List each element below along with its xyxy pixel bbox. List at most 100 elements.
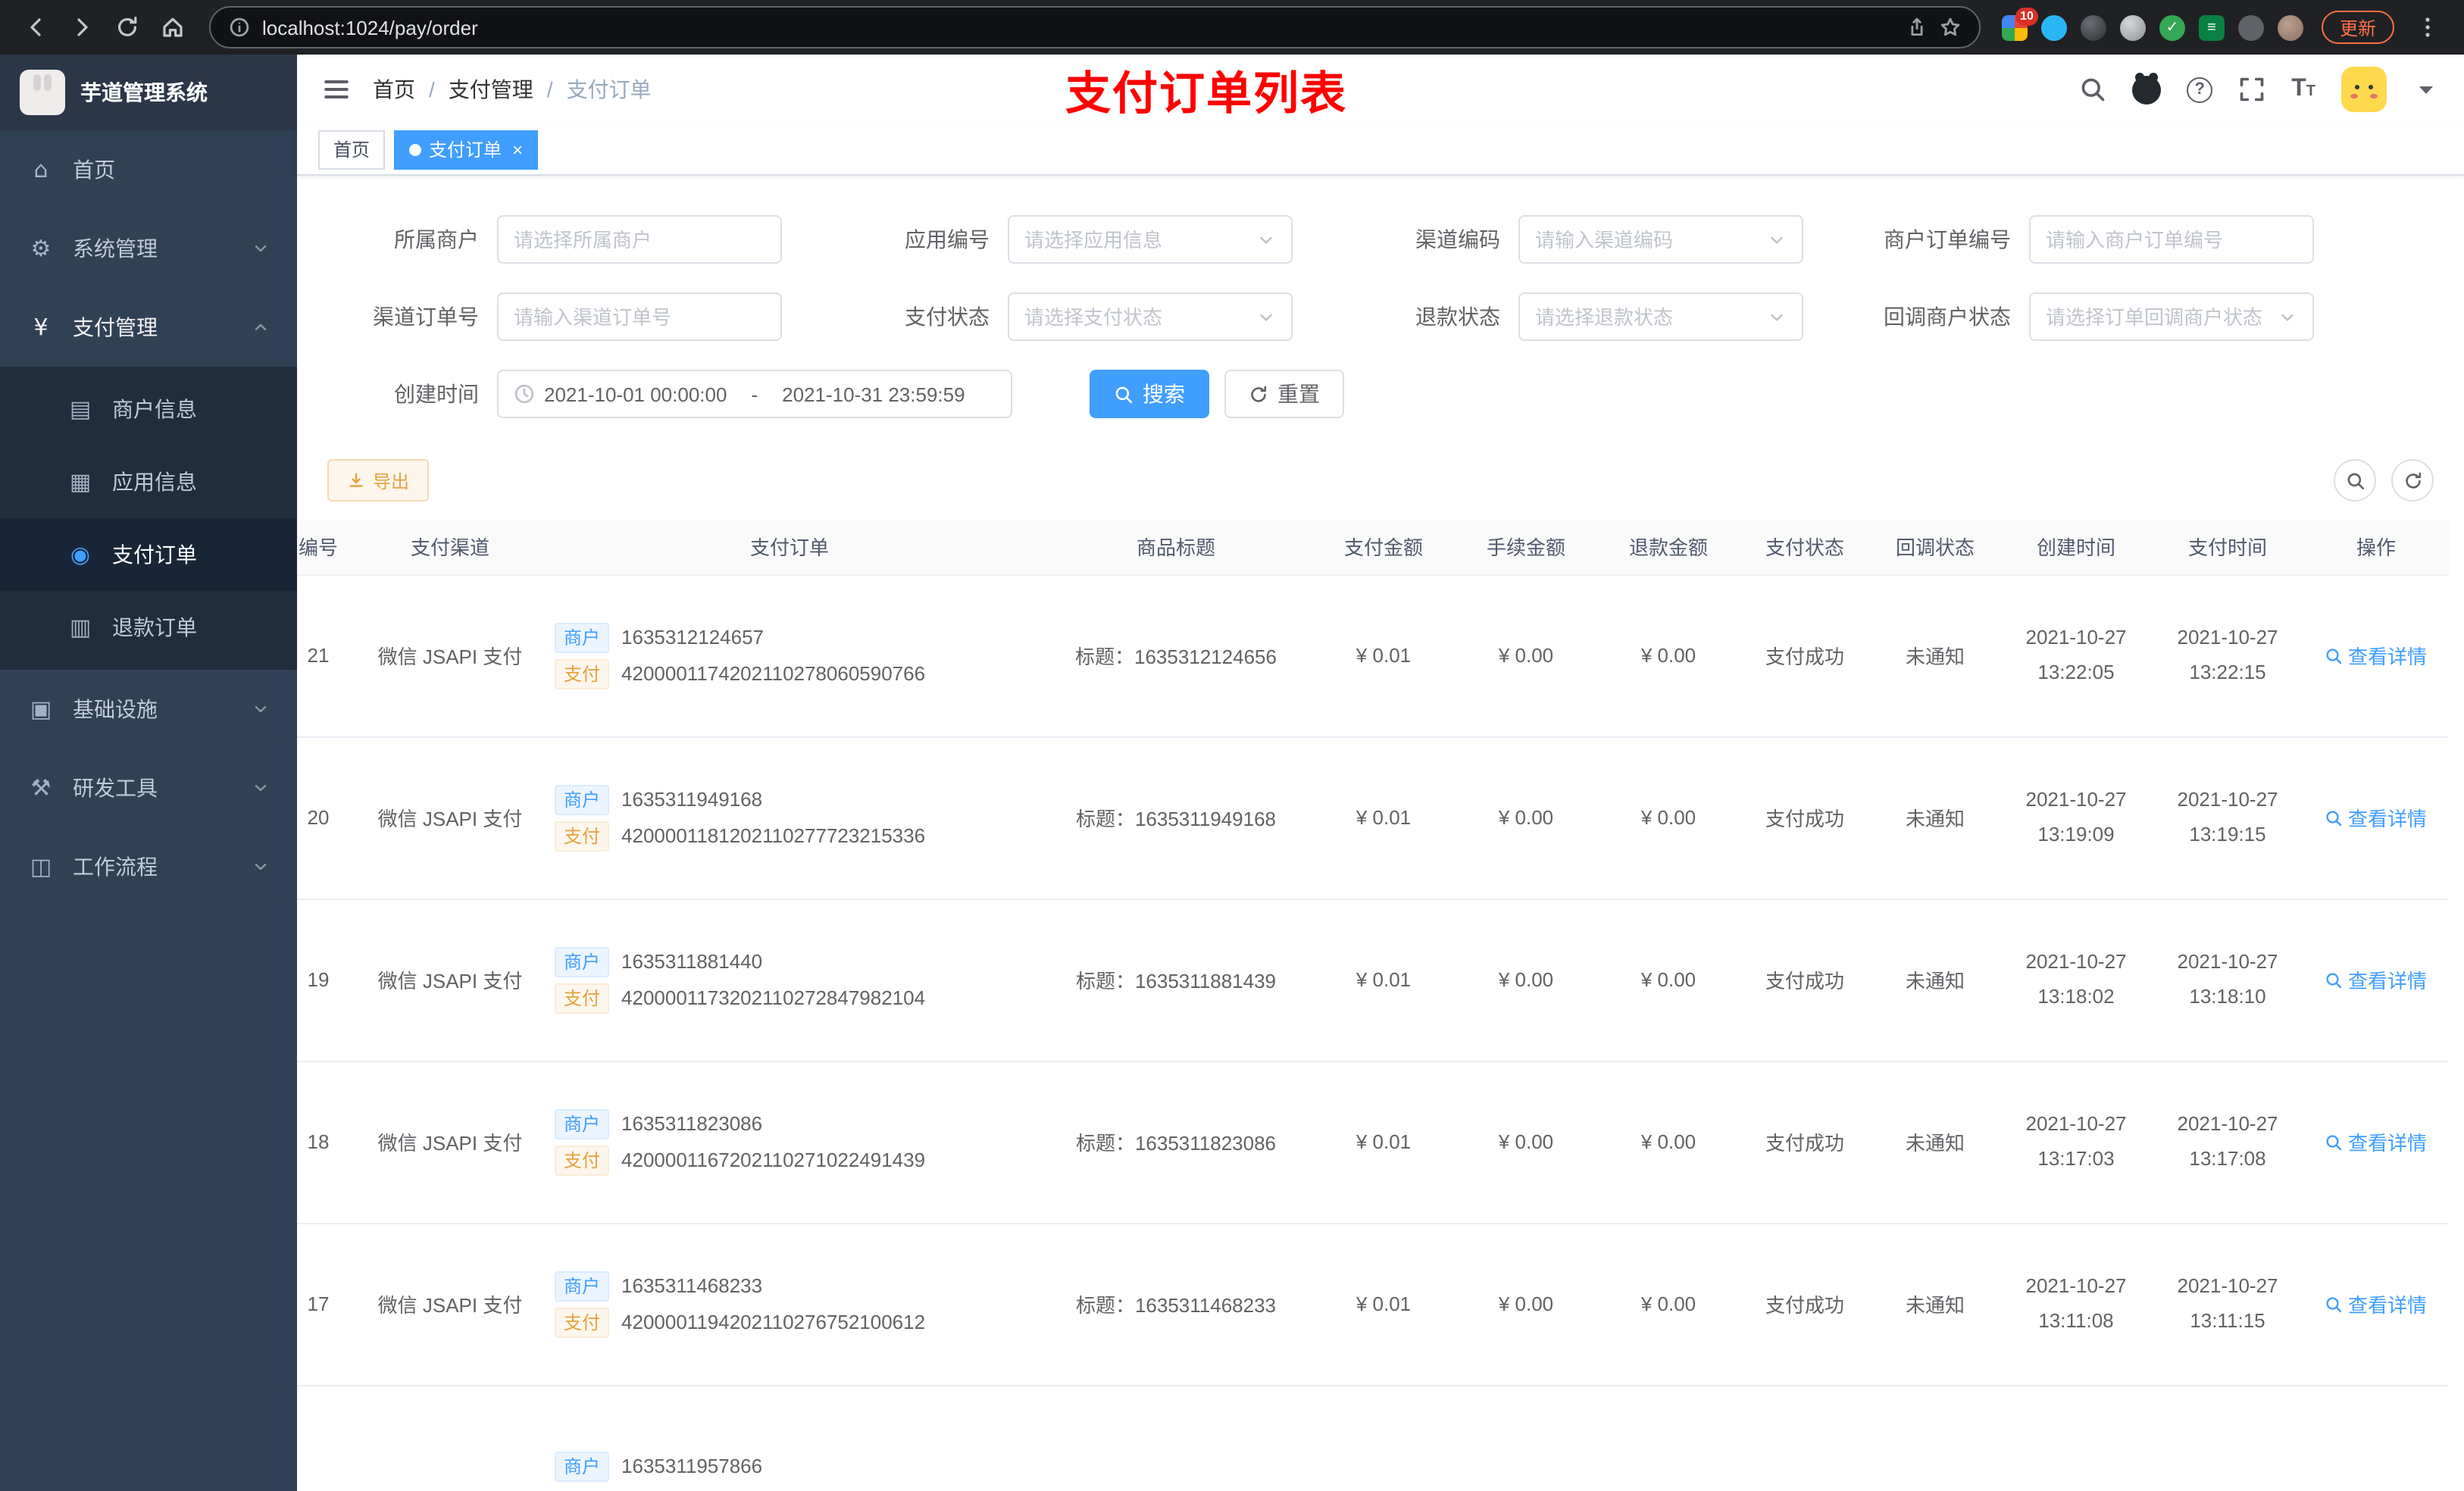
tab-home[interactable]: 首页 [318, 130, 386, 169]
sidebar-item-devtools[interactable]: ⚒ 研发工具 [0, 749, 297, 827]
extension-dark-icon[interactable] [2080, 14, 2106, 40]
owner-input[interactable] [514, 228, 765, 251]
view-details-link[interactable]: 查看详情 [2325, 965, 2427, 994]
cell-actions: 查看详情 [2303, 899, 2449, 1061]
merchant-order-no-input[interactable] [2046, 228, 2297, 251]
column-header: 支付渠道 [361, 520, 539, 575]
refresh-icon [1249, 384, 1268, 404]
clock-icon [514, 383, 535, 405]
filter-channel-order-no: 渠道订单号 [327, 292, 782, 341]
cell-refund-amount: ¥ 0.00 [1597, 1223, 1740, 1386]
merchant-order-no-field[interactable] [2029, 215, 2314, 264]
close-icon[interactable]: × [512, 140, 523, 158]
callback-status-select[interactable] [2029, 292, 2314, 341]
refund-status-input[interactable] [1535, 305, 1761, 328]
owner-select[interactable] [497, 215, 782, 264]
filter-owner: 所属商户 [327, 215, 782, 264]
pay-status-select[interactable] [1008, 292, 1293, 341]
browser-update-button[interactable]: 更新 [2321, 11, 2394, 44]
cell-id: 20 [297, 736, 361, 899]
extension-gray-icon[interactable] [2119, 14, 2146, 40]
caret-down-icon[interactable] [2412, 76, 2440, 103]
cell-id: 17 [297, 1223, 361, 1386]
extension-drop-icon[interactable] [2040, 14, 2067, 40]
font-size-icon[interactable]: TT [2291, 77, 2315, 102]
channel-order-no-input[interactable] [514, 305, 765, 328]
github-icon[interactable] [2132, 75, 2162, 104]
view-details-link[interactable]: 查看详情 [2325, 1289, 2427, 1318]
pay-tag: 支付 [555, 1307, 610, 1337]
channel-order-no-field[interactable] [497, 292, 782, 341]
site-info-icon[interactable] [229, 17, 250, 38]
fullscreen-icon[interactable] [2238, 76, 2265, 103]
sidebar-item-refund-order[interactable]: ▥ 退款订单 [0, 591, 297, 664]
tab-pay-order[interactable]: 支付订单 × [394, 130, 539, 169]
home-button[interactable] [152, 6, 194, 48]
reset-button[interactable]: 重置 [1224, 370, 1344, 418]
share-icon[interactable] [1906, 17, 1928, 38]
refund-status-select[interactable] [1518, 292, 1803, 341]
sidebar-item-workflow[interactable]: ◫ 工作流程 [0, 827, 297, 906]
pay-status-input[interactable] [1024, 305, 1250, 328]
search-icon[interactable] [2079, 76, 2106, 103]
chevron-down-icon [252, 858, 270, 876]
sidebar-item-payment[interactable]: ¥ 支付管理 [0, 288, 297, 367]
monitor-icon: ▣ [30, 695, 52, 723]
avatar[interactable] [2341, 67, 2387, 112]
logo-image [20, 70, 65, 115]
sidebar-item-infrastructure[interactable]: ▣ 基础设施 [0, 670, 297, 749]
back-button[interactable] [15, 6, 58, 48]
created-time-range-picker[interactable]: 2021-10-01 00:00:00 - 2021-10-31 23:59:5… [497, 370, 1012, 418]
reload-button[interactable] [106, 6, 149, 48]
view-details-link[interactable]: 查看详情 [2325, 803, 2427, 832]
address-bar[interactable]: localhost:1024/pay/order [209, 6, 1981, 48]
extension-notes-icon[interactable]: ≡ [2198, 14, 2225, 40]
page-content: 所属商户 应用编号 [297, 176, 2464, 1491]
sidebar-item-home[interactable]: ⌂ 首页 [0, 130, 297, 209]
extension-check-icon[interactable]: ✓ [2159, 14, 2185, 40]
app-no-input[interactable] [1024, 228, 1250, 251]
extensions-puzzle-icon[interactable] [2237, 14, 2264, 40]
callback-status-input[interactable] [2046, 305, 2272, 328]
app-no-select[interactable] [1008, 215, 1293, 264]
date-start[interactable]: 2021-10-01 00:00:00 [544, 383, 727, 405]
profile-avatar[interactable] [2277, 14, 2303, 40]
refresh-table-button[interactable] [2391, 459, 2434, 502]
sidebar-item-merchant-info[interactable]: ▤ 商户信息 [0, 373, 297, 445]
cell-refund-amount: ¥ 0.00 [1597, 574, 1740, 737]
search-button[interactable]: 搜索 [1090, 370, 1209, 418]
cell-pay-status: 支付成功 [1740, 899, 1870, 1061]
view-details-link[interactable]: 查看详情 [2325, 1127, 2427, 1156]
sidebar: 芋道管理系统 ⌂ 首页 ⚙ 系统管理 ¥ 支付管理 ▤ 商户信息 ▦ 应用信息 … [0, 55, 297, 1491]
cell-pay-amount: ¥ 0.01 [1312, 1061, 1455, 1224]
hamburger-icon[interactable] [321, 74, 352, 105]
url-text[interactable]: localhost:1024/pay/order [262, 16, 1894, 39]
breadcrumb-payment[interactable]: 支付管理 [449, 74, 533, 105]
bookmark-star-icon[interactable] [1940, 17, 1961, 38]
table-row-partial: 商户 1635311957866 [297, 1385, 2449, 1491]
column-header: 支付订单 [539, 520, 1040, 575]
channel-code-select[interactable] [1518, 215, 1803, 264]
sidebar-item-app-info[interactable]: ▦ 应用信息 [0, 445, 297, 518]
table-body: 21 微信 JSAPI 支付 商户 1635312124657 支付 42000… [297, 574, 2449, 1386]
breadcrumb-home[interactable]: 首页 [373, 74, 415, 105]
export-button[interactable]: 导出 [327, 459, 430, 502]
cell-callback-status: 未通知 [1870, 1223, 2000, 1386]
channel-code-input[interactable] [1535, 228, 1761, 251]
filter-callback-status: 回调商户状态 [1859, 292, 2314, 341]
view-details-link[interactable]: 查看详情 [2325, 641, 2427, 670]
cell-created-at: 2021-10-27 13:22:05 [2000, 574, 2152, 737]
forward-button[interactable] [61, 6, 103, 48]
column-header: 编号 [297, 520, 361, 575]
document-icon: ▥ [69, 614, 92, 641]
date-end[interactable]: 2021-10-31 23:59:59 [782, 383, 965, 405]
column-header: 创建时间 [2000, 520, 2152, 575]
cell-fee-amount: ¥ 0.00 [1455, 736, 1597, 899]
sidebar-item-system[interactable]: ⚙ 系统管理 [0, 209, 297, 288]
toggle-search-button[interactable] [2334, 459, 2376, 502]
filter-owner-label: 所属商户 [394, 227, 479, 252]
sidebar-item-pay-order[interactable]: ◉ 支付订单 [0, 518, 297, 591]
browser-menu-icon[interactable] [2406, 6, 2449, 48]
help-icon[interactable]: ? [2187, 77, 2213, 102]
extension-colorful-icon[interactable]: 10 [2001, 7, 2038, 40]
